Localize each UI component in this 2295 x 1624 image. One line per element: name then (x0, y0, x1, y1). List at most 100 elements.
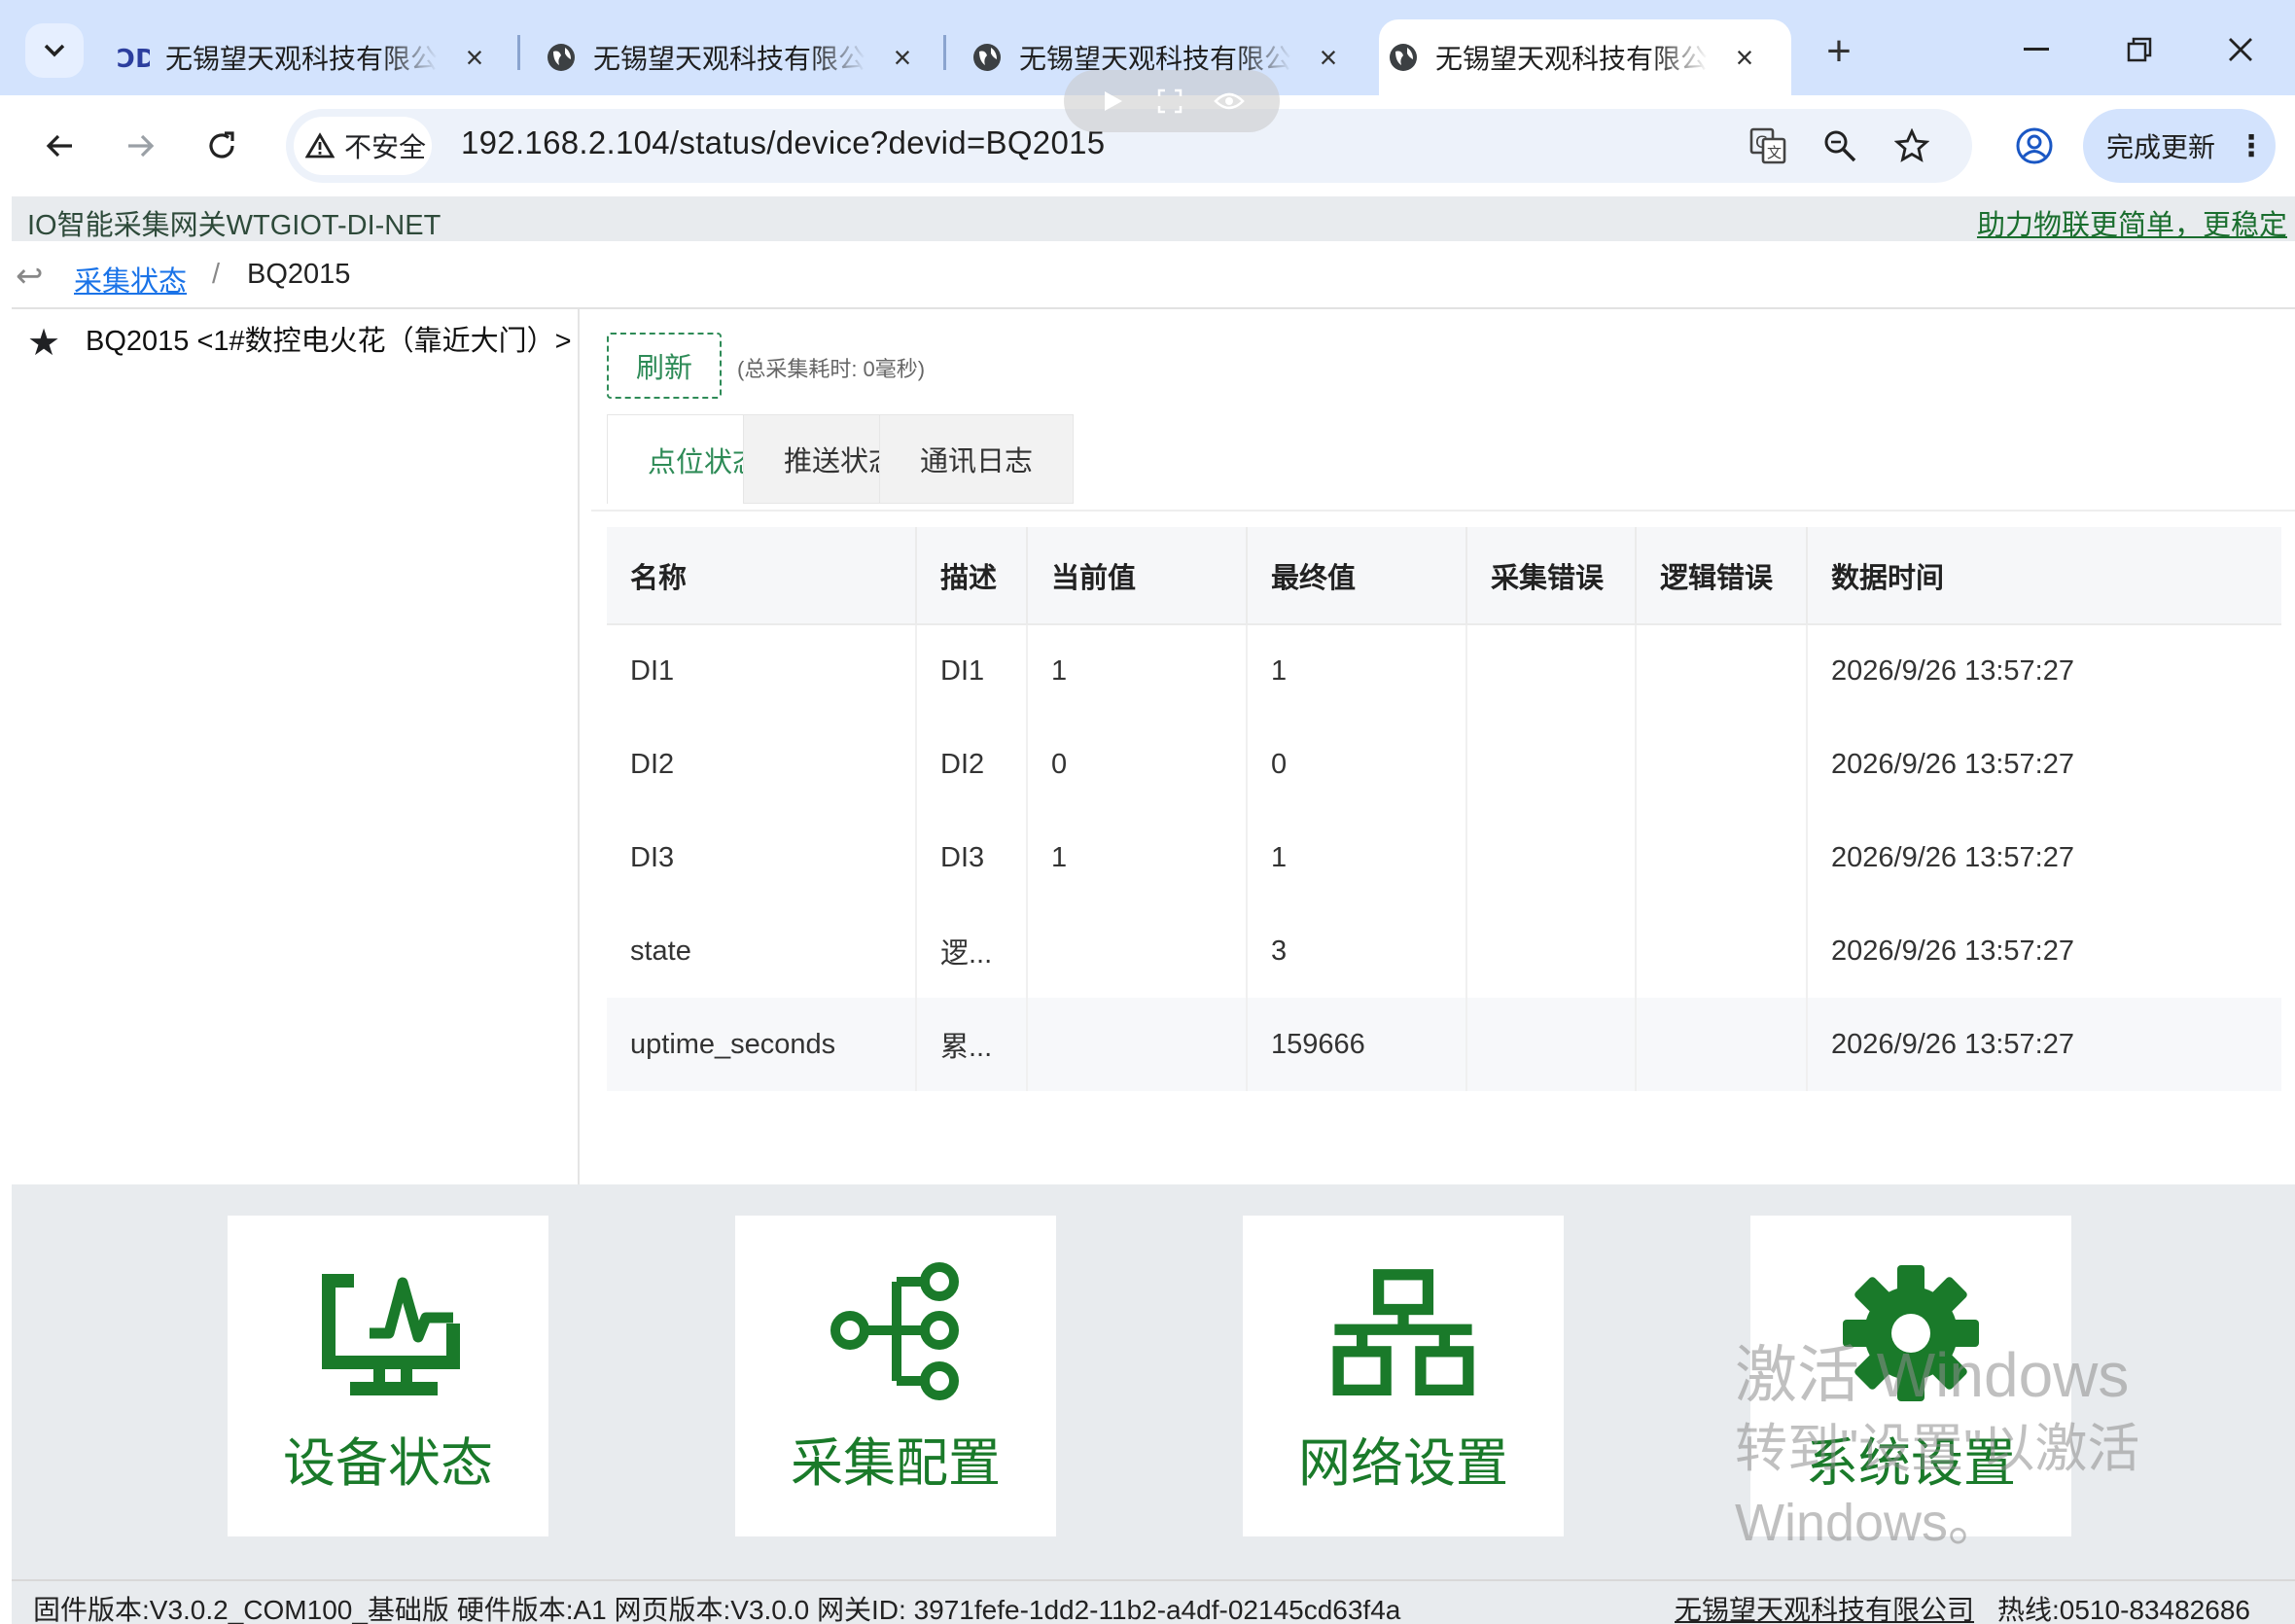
tab-comm-log[interactable]: 通讯日志 (879, 414, 1074, 504)
device-sidebar: ★ BQ2015 <1#数控电火花（靠近大门）> (12, 309, 580, 1184)
new-tab-button[interactable]: + (1815, 27, 1863, 76)
cell-logic-error (1636, 624, 1808, 718)
col-time: 数据时间 (1807, 527, 2281, 625)
slogan-link[interactable]: 助力物联更简单，更稳定 (1977, 202, 2287, 243)
cell-name: state (607, 904, 917, 998)
globe-icon (971, 41, 1004, 74)
zoom-button[interactable] (1817, 123, 1863, 169)
table-row: uptime_seconds 累... 159666 2026/9/26 13:… (607, 998, 2281, 1091)
tile-label: 设备状态 (283, 1434, 493, 1493)
cell-time: 2026/9/26 13:57:27 (1807, 998, 2281, 1091)
media-controls-overlay[interactable] (1064, 70, 1280, 132)
col-final: 最终值 (1247, 527, 1467, 625)
watermark-line-2: 转到"设置"以激活 (1735, 1420, 2140, 1478)
site-logo-icon: ƆD (117, 41, 150, 74)
breadcrumb-link[interactable]: 采集状态 (74, 259, 187, 300)
cell-time: 2026/9/26 13:57:27 (1831, 655, 2074, 687)
tab-separator (517, 35, 520, 70)
breadcrumb-separator: / (212, 259, 221, 290)
browser-tab-4-active[interactable]: 无锡望天观科技有限公司 × (1379, 19, 1791, 95)
cell-logic-error (1636, 811, 1808, 904)
reload-button[interactable] (194, 119, 249, 173)
cell-collect-error (1466, 718, 1637, 811)
cell-desc: 累... (916, 998, 1028, 1091)
profile-button[interactable] (2005, 117, 2064, 175)
minimize-icon (2024, 48, 2049, 51)
site-footer: 固件版本:V3.0.2_COM100_基础版 硬件版本:A1 网页版本:V3.0… (12, 1579, 2295, 1624)
update-button[interactable]: 完成更新 ⋮ (2083, 109, 2276, 183)
table-row: DI1 DI1 1 1 2026/9/26 13:57:27 (607, 624, 2281, 718)
cell-time: 2026/9/26 13:57:27 (1831, 748, 2074, 780)
arrow-right-icon (128, 134, 155, 158)
site-header: IO智能采集网关WTGIOT-DI-NET 助力物联更简单，更稳定 (12, 196, 2295, 241)
svg-text:文: 文 (1767, 144, 1782, 161)
translate-button[interactable]: G文 (1745, 123, 1791, 169)
tab-separator (943, 35, 946, 70)
close-icon[interactable]: × (887, 40, 918, 75)
svg-text:ƆD: ƆD (117, 45, 150, 72)
star-outline-icon (1894, 128, 1929, 162)
tab-title: 无锡望天观科技有限公司 (1435, 44, 1708, 74)
sidebar-device-item[interactable]: BQ2015 <1#数控电火花（靠近大门）> (86, 321, 572, 362)
close-icon[interactable]: × (1729, 40, 1760, 75)
cell-current (1027, 998, 1248, 1091)
tab-search-button[interactable] (25, 23, 84, 78)
breadcrumb: ↩ 采集状态 / BQ2015 (12, 241, 2295, 309)
url-text[interactable]: 192.168.2.104/status/device?devid=BQ2015 (461, 124, 1105, 161)
globe-icon (545, 41, 578, 74)
tab-title: 无锡望天观科技有限公司 (165, 44, 438, 74)
cell-current: 1 (1027, 811, 1248, 904)
company-link[interactable]: 无锡望天观科技有限公司 (1675, 1589, 1974, 1624)
security-chip[interactable]: 不安全 (294, 117, 432, 175)
return-icon[interactable]: ↩ (16, 257, 44, 296)
col-logic-error: 逻辑错误 (1636, 527, 1808, 625)
tile-collect-config[interactable]: 采集配置 (735, 1216, 1056, 1536)
watermark-line-1: 激活 Windows (1735, 1340, 2130, 1410)
close-icon[interactable]: × (1313, 40, 1344, 75)
browser-tab-2[interactable]: 无锡望天观科技有限公司 × (537, 19, 945, 95)
update-label: 完成更新 (2106, 132, 2216, 162)
node-tree-icon (818, 1260, 973, 1406)
cell-current: 0 (1027, 718, 1248, 811)
close-icon[interactable]: × (459, 40, 490, 75)
cell-final: 0 (1247, 718, 1467, 811)
more-vert-icon: ⋮ (2237, 129, 2267, 162)
tile-label: 网络设置 (1298, 1434, 1508, 1493)
cell-collect-error (1466, 811, 1637, 904)
cell-name: DI3 (607, 811, 917, 904)
refresh-button[interactable]: 刷新 (607, 333, 722, 399)
cell-final: 159666 (1247, 998, 1467, 1091)
cell-time: 2026/9/26 13:57:27 (1831, 841, 2074, 873)
cell-current: 1 (1027, 624, 1248, 718)
close-icon (2229, 38, 2252, 61)
col-current: 当前值 (1027, 527, 1248, 625)
forward-button[interactable] (113, 119, 167, 173)
cell-name: uptime_seconds (607, 998, 917, 1091)
browser-tab-1[interactable]: ƆD 无锡望天观科技有限公司 × (109, 19, 517, 95)
table-row: DI2 DI2 0 0 2026/9/26 13:57:27 (607, 718, 2281, 811)
restore-button[interactable] (2110, 25, 2169, 74)
hotline-text: 热线:0510-83482686 (1997, 1595, 2250, 1624)
close-window-button[interactable] (2211, 25, 2270, 74)
tab-divider (591, 510, 2295, 512)
cell-final: 1 (1247, 624, 1467, 718)
tile-device-status[interactable]: 设备状态 (228, 1216, 548, 1536)
cell-logic-error (1636, 904, 1808, 998)
warning-icon (305, 132, 335, 159)
tile-network-settings[interactable]: 网络设置 (1243, 1216, 1564, 1536)
cell-desc: DI2 (916, 718, 1028, 811)
cell-collect-error (1466, 624, 1637, 718)
bookmark-button[interactable] (1889, 123, 1935, 169)
cell-name: DI2 (607, 718, 917, 811)
arrow-left-icon (46, 134, 72, 158)
tab-title: 无锡望天观科技有限公司 (593, 44, 865, 74)
back-button[interactable] (33, 119, 88, 173)
cell-name: DI1 (607, 624, 917, 718)
minimize-button[interactable] (2007, 25, 2066, 74)
cell-desc: 逻... (916, 904, 1028, 998)
cell-logic-error (1636, 998, 1808, 1091)
translate-icon: G文 (1749, 127, 1786, 164)
chevron-down-icon (44, 44, 65, 57)
cell-desc: DI1 (916, 624, 1028, 718)
tile-label: 采集配置 (791, 1434, 1001, 1493)
